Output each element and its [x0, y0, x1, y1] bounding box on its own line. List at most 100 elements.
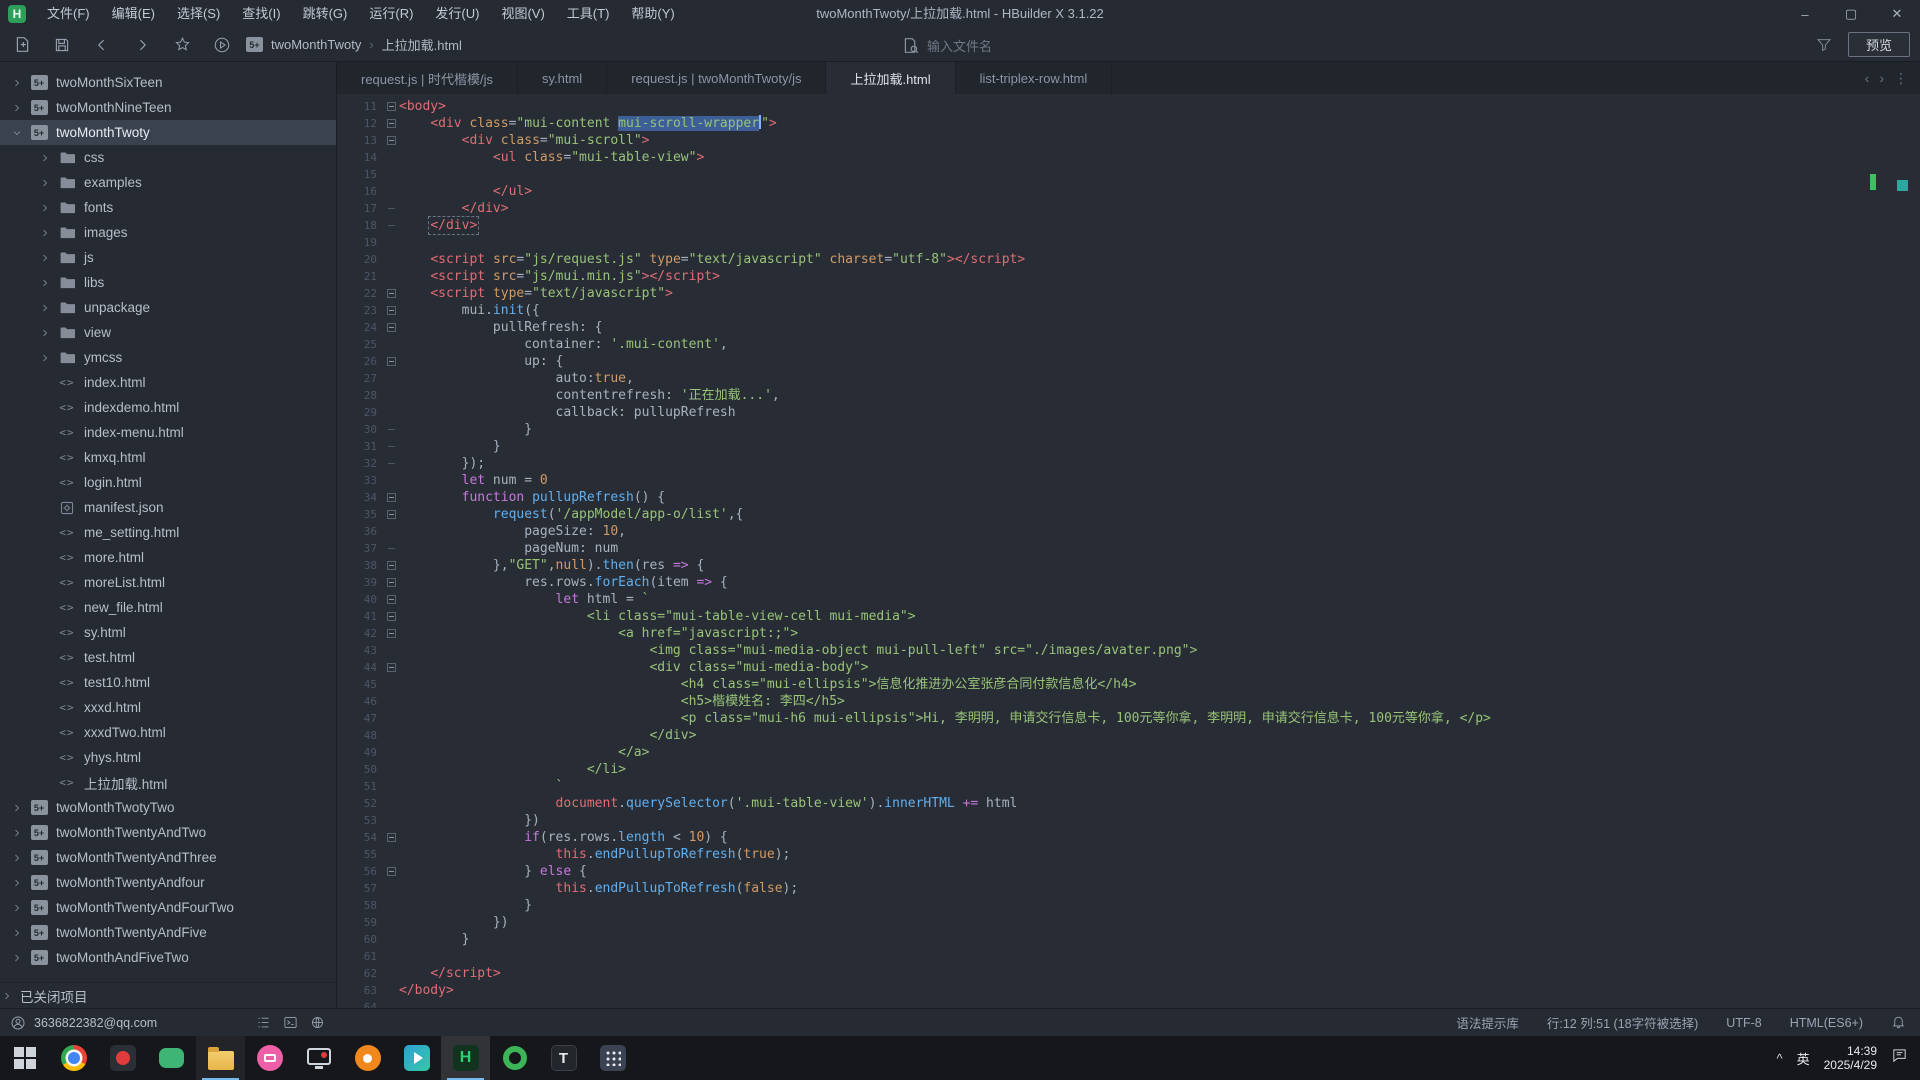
minimize-button[interactable]: –: [1782, 0, 1828, 28]
taskbar-teal-app-icon[interactable]: [392, 1036, 441, 1080]
taskbar-calculator-icon[interactable]: [588, 1036, 637, 1080]
sidebar-project-twoMonthNineTeen[interactable]: 5+twoMonthNineTeen: [0, 95, 336, 120]
scrollbar-marker[interactable]: [1897, 180, 1908, 191]
chevron-right-icon[interactable]: [10, 951, 24, 965]
sidebar-item-test10.html[interactable]: <>test10.html: [0, 670, 336, 695]
sidebar-item-login.html[interactable]: <>login.html: [0, 470, 336, 495]
sidebar-item-js[interactable]: js: [0, 245, 336, 270]
tab-scroll-left-icon[interactable]: ‹: [1865, 70, 1870, 86]
save-icon[interactable]: [52, 35, 72, 55]
sidebar-item-sy.html[interactable]: <>sy.html: [0, 620, 336, 645]
tab-request-js-js[interactable]: request.js | 时代楷模/js: [337, 62, 518, 94]
chevron-right-icon[interactable]: [10, 926, 24, 940]
fold-toggle-icon[interactable]: [383, 323, 399, 332]
fold-toggle-icon[interactable]: [383, 595, 399, 604]
sidebar-item-xxxd.html[interactable]: <>xxxd.html: [0, 695, 336, 720]
chevron-right-icon[interactable]: [38, 726, 52, 740]
network-globe-icon[interactable]: [310, 1015, 325, 1030]
tab-request-js-twomonthtwoty-js[interactable]: request.js | twoMonthTwoty/js: [607, 62, 826, 94]
chevron-down-icon[interactable]: [10, 126, 24, 140]
fold-toggle-icon[interactable]: [383, 578, 399, 587]
chevron-right-icon[interactable]: [38, 326, 52, 340]
fold-toggle-icon[interactable]: [383, 510, 399, 519]
sidebar-item-yhys.html[interactable]: <>yhys.html: [0, 745, 336, 770]
taskbar-wechat-icon[interactable]: [147, 1036, 196, 1080]
taskbar-security-orange-icon[interactable]: [343, 1036, 392, 1080]
fold-toggle-icon[interactable]: [383, 629, 399, 638]
menu-item-6[interactable]: 发行(U): [424, 0, 490, 28]
chevron-right-icon[interactable]: [38, 501, 52, 515]
menu-item-3[interactable]: 查找(I): [231, 0, 291, 28]
breadcrumb-project[interactable]: twoMonthTwoty: [271, 37, 361, 52]
chevron-right-icon[interactable]: [10, 801, 24, 815]
terminal-icon[interactable]: [283, 1015, 298, 1030]
sidebar-item-view[interactable]: view: [0, 320, 336, 345]
notification-bell-icon[interactable]: [1891, 1014, 1906, 1032]
fold-toggle-icon[interactable]: [383, 833, 399, 842]
code-editor[interactable]: 11<body>12 <div class="mui-content mui-s…: [337, 94, 1920, 1008]
task-list-icon[interactable]: [256, 1015, 271, 1030]
chevron-right-icon[interactable]: [38, 451, 52, 465]
status-syntax-library[interactable]: 语法提示库: [1456, 1013, 1519, 1032]
sidebar-project-twoMonthSixTeen[interactable]: 5+twoMonthSixTeen: [0, 70, 336, 95]
chevron-right-icon[interactable]: [10, 76, 24, 90]
sidebar-item-css[interactable]: css: [0, 145, 336, 170]
fold-toggle-icon[interactable]: [383, 136, 399, 145]
status-file-type[interactable]: HTML(ES6+): [1790, 1016, 1863, 1030]
sidebar-item-kmxq.html[interactable]: <>kmxq.html: [0, 445, 336, 470]
chevron-right-icon[interactable]: [38, 276, 52, 290]
chevron-right-icon[interactable]: [38, 251, 52, 265]
sidebar-item-moreList.html[interactable]: <>moreList.html: [0, 570, 336, 595]
chevron-right-icon[interactable]: [38, 376, 52, 390]
chevron-right-icon[interactable]: [38, 776, 52, 790]
sidebar-project-twoMonthTwentyAndFourTwo[interactable]: 5+twoMonthTwentyAndFourTwo: [0, 895, 336, 920]
sidebar-item-xxxdTwo.html[interactable]: <>xxxdTwo.html: [0, 720, 336, 745]
closed-projects-row[interactable]: 已关闭项目: [0, 982, 336, 1008]
chevron-right-icon[interactable]: [10, 101, 24, 115]
chevron-right-icon[interactable]: [38, 176, 52, 190]
sidebar-project-twoMonthTwoty[interactable]: 5+twoMonthTwoty: [0, 120, 336, 145]
ime-indicator[interactable]: 英: [1797, 1049, 1810, 1068]
chevron-right-icon[interactable]: [38, 651, 52, 665]
chevron-right-icon[interactable]: [38, 301, 52, 315]
action-center-icon[interactable]: [1891, 1047, 1908, 1069]
sidebar-item-examples[interactable]: examples: [0, 170, 336, 195]
menu-item-4[interactable]: 跳转(G): [292, 0, 359, 28]
chevron-right-icon[interactable]: [38, 701, 52, 715]
forward-icon[interactable]: [132, 35, 152, 55]
menu-item-7[interactable]: 视图(V): [490, 0, 555, 28]
chevron-right-icon[interactable]: [38, 576, 52, 590]
fold-toggle-icon[interactable]: [383, 102, 399, 111]
tray-expand-icon[interactable]: ^: [1776, 1051, 1782, 1066]
chevron-right-icon[interactable]: [38, 676, 52, 690]
menu-item-0[interactable]: 文件(F): [36, 0, 101, 28]
fold-toggle-icon[interactable]: [383, 493, 399, 502]
tab-sy-html[interactable]: sy.html: [518, 62, 607, 94]
fold-toggle-icon[interactable]: [383, 612, 399, 621]
file-search-input[interactable]: 输入文件名: [902, 33, 1132, 57]
chevron-right-icon[interactable]: [10, 876, 24, 890]
menu-item-8[interactable]: 工具(T): [556, 0, 621, 28]
sidebar-item-ymcss[interactable]: ymcss: [0, 345, 336, 370]
sidebar-item-images[interactable]: images: [0, 220, 336, 245]
chevron-right-icon[interactable]: [10, 901, 24, 915]
sidebar-project-twoMonthTwentyAndThree[interactable]: 5+twoMonthTwentyAndThree: [0, 845, 336, 870]
sidebar-project-twoMonthAndFiveTwo[interactable]: 5+twoMonthAndFiveTwo: [0, 945, 336, 970]
sidebar-item-fonts[interactable]: fonts: [0, 195, 336, 220]
preview-button[interactable]: 预览: [1848, 32, 1910, 57]
fold-toggle-icon[interactable]: [383, 663, 399, 672]
menu-item-2[interactable]: 选择(S): [166, 0, 231, 28]
sidebar-item-libs[interactable]: libs: [0, 270, 336, 295]
fold-toggle-icon[interactable]: [383, 357, 399, 366]
chevron-right-icon[interactable]: [38, 476, 52, 490]
fold-toggle-icon[interactable]: [383, 306, 399, 315]
close-button[interactable]: ✕: [1874, 0, 1920, 28]
chevron-right-icon[interactable]: [38, 601, 52, 615]
tab--html[interactable]: 上拉加载.html: [826, 62, 955, 94]
chevron-right-icon[interactable]: [38, 551, 52, 565]
new-file-icon[interactable]: [12, 35, 32, 55]
tab-list-icon[interactable]: ⋮: [1894, 70, 1908, 87]
taskbar-screen-recorder-icon[interactable]: [294, 1036, 343, 1080]
sidebar-item-indexdemo.html[interactable]: <>indexdemo.html: [0, 395, 336, 420]
maximize-button[interactable]: ▢: [1828, 0, 1874, 28]
